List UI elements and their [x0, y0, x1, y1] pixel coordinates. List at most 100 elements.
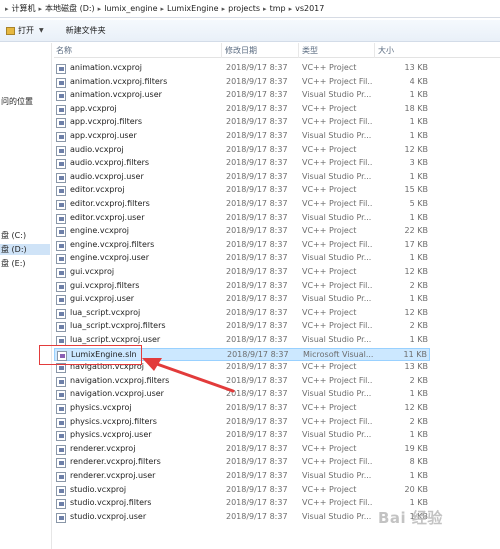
file-size: 1 KB: [409, 253, 428, 263]
breadcrumb-separator-icon[interactable]: ▸: [289, 5, 293, 13]
file-date: 2018/9/17 8:37: [226, 443, 288, 453]
project-file-icon: [56, 145, 66, 156]
file-row[interactable]: lua_script.vcxproj.filters 2018/9/17 8:37…: [54, 320, 430, 334]
file-date: 2018/9/17 8:37: [226, 416, 288, 426]
file-type: VC++ Project Fil...: [302, 416, 372, 426]
address-bar[interactable]: ▸ 计算机 ▸ 本地磁盘 (D:) ▸ lumix_engine ▸ LumixEngine ▸…: [0, 0, 500, 18]
column-divider[interactable]: [374, 43, 375, 58]
file-type: Visual Studio Pr...: [302, 294, 372, 304]
file-row[interactable]: lua_script.vcxproj 2018/9/17 8:37 VC++ Pro…: [54, 307, 430, 321]
file-date: 2018/9/17 8:37: [226, 471, 288, 480]
highlight-box: [39, 345, 142, 365]
file-row[interactable]: engine.vcxproj 2018/9/17 8:37 VC++ Project…: [54, 225, 430, 239]
breadcrumb-item[interactable]: lumix_engine: [104, 4, 157, 13]
file-row[interactable]: renderer.vcxproj.filters 2018/9/17 8:37 VC…: [54, 456, 430, 470]
file-row[interactable]: editor.vcxproj.filters 2018/9/17 8:37 VC++…: [54, 198, 430, 212]
file-type: VC++ Project: [302, 484, 357, 494]
new-folder-button[interactable]: 新建文件夹: [62, 22, 110, 40]
breadcrumb-separator-icon[interactable]: ▸: [98, 5, 102, 13]
breadcrumb-item[interactable]: vs2017: [295, 4, 324, 13]
file-row[interactable]: navigation.vcxproj.user 2018/9/17 8:37 Vis…: [54, 388, 430, 402]
file-row[interactable]: navigation.vcxproj.filters 2018/9/17 8:37…: [54, 375, 430, 389]
file-size: 12 KB: [404, 307, 428, 317]
file-row[interactable]: studio.vcxproj.filters 2018/9/17 8:37 VC++…: [54, 497, 430, 511]
file-name: gui.vcxproj: [70, 267, 115, 276]
file-name: audio.vcxproj.user: [70, 171, 144, 181]
file-name: audio.vcxproj.filters: [70, 158, 150, 168]
file-row[interactable]: physics.vcxproj.user 2018/9/17 8:37 Visual…: [54, 429, 430, 443]
column-divider[interactable]: [221, 43, 222, 58]
nav-item-location[interactable]: 问的位置: [0, 96, 33, 107]
file-row[interactable]: studio.vcxproj.user 2018/9/17 8:37 Visual …: [54, 511, 430, 525]
file-size: 11 KB: [403, 349, 427, 359]
file-date: 2018/9/17 8:37: [226, 158, 288, 168]
file-row[interactable]: gui.vcxproj.filters 2018/9/17 8:37 VC++ Pr…: [54, 280, 430, 294]
new-folder-label: 新建文件夹: [65, 26, 106, 35]
annotation-arrow: [142, 358, 235, 393]
file-type: VC++ Project Fil...: [302, 117, 372, 127]
file-row[interactable]: engine.vcxproj.filters 2018/9/17 8:37 VC++…: [54, 239, 430, 253]
file-row[interactable]: animation.vcxproj.user 2018/9/17 8:37 Visu…: [54, 89, 430, 103]
column-header-date[interactable]: 修改日期: [225, 45, 257, 56]
file-size: 13 KB: [404, 63, 428, 72]
nav-item-drive-e[interactable]: 盘 (E:): [0, 258, 26, 269]
file-type: VC++ Project: [302, 267, 357, 276]
file-date: 2018/9/17 8:37: [226, 144, 288, 154]
project-file-icon: [56, 200, 66, 210]
file-row[interactable]: app.vcxproj 2018/9/17 8:37 VC++ Project 18 …: [54, 103, 430, 117]
project-file-icon: [56, 499, 66, 510]
file-row[interactable]: gui.vcxproj 2018/9/17 8:37 VC++ Project 12 …: [54, 266, 430, 280]
column-divider[interactable]: [298, 43, 299, 58]
file-row[interactable]: engine.vcxproj.user 2018/9/17 8:37 Visual …: [54, 252, 430, 266]
breadcrumb-item[interactable]: 本地磁盘 (D:): [45, 3, 95, 14]
column-header-name[interactable]: 名称: [56, 45, 72, 56]
breadcrumb-item[interactable]: tmp: [270, 4, 286, 13]
file-row[interactable]: studio.vcxproj 2018/9/17 8:37 VC++ Project…: [54, 484, 430, 498]
column-header-size[interactable]: 大小: [378, 45, 394, 56]
project-file-icon: [56, 186, 66, 197]
breadcrumb-item[interactable]: LumixEngine: [167, 4, 219, 13]
file-size: 5 KB: [409, 199, 428, 208]
file-row[interactable]: animation.vcxproj 2018/9/17 8:37 VC++ Proj…: [54, 62, 430, 76]
file-name: studio.vcxproj: [70, 484, 127, 494]
file-date: 2018/9/17 8:37: [226, 63, 288, 72]
breadcrumb-separator-icon[interactable]: ▸: [161, 5, 165, 13]
file-size: 12 KB: [404, 403, 428, 412]
file-row[interactable]: gui.vcxproj.user 2018/9/17 8:37 Visual Stu…: [54, 293, 430, 307]
file-size: 4 KB: [409, 76, 428, 86]
file-row[interactable]: audio.vcxproj 2018/9/17 8:37 VC++ Project 1…: [54, 144, 430, 158]
project-file-icon: [56, 104, 66, 115]
breadcrumb-separator-icon[interactable]: ▸: [5, 5, 9, 13]
nav-item-drive-d[interactable]: 盘 (D:): [0, 244, 50, 255]
file-row[interactable]: renderer.vcxproj.user 2018/9/17 8:37 Visua…: [54, 470, 430, 484]
breadcrumb-separator-icon[interactable]: ▸: [39, 5, 43, 13]
file-date: 2018/9/17 8:37: [226, 484, 288, 494]
file-row[interactable]: physics.vcxproj 2018/9/17 8:37 VC++ Projec…: [54, 402, 430, 416]
file-row[interactable]: physics.vcxproj.filters 2018/9/17 8:37 VC+…: [54, 416, 430, 430]
file-type: VC++ Project Fil...: [302, 498, 372, 508]
file-row[interactable]: app.vcxproj.filters 2018/9/17 8:37 VC++ Pr…: [54, 116, 430, 130]
file-row[interactable]: editor.vcxproj.user 2018/9/17 8:37 Visual …: [54, 212, 430, 226]
open-button[interactable]: 打开 ▼: [2, 22, 48, 40]
breadcrumb-item[interactable]: projects: [228, 4, 260, 13]
file-date: 2018/9/17 8:37: [226, 403, 288, 412]
file-row[interactable]: audio.vcxproj.user 2018/9/17 8:37 Visual S…: [54, 171, 430, 185]
breadcrumb-separator-icon[interactable]: ▸: [263, 5, 267, 13]
file-size: 2 KB: [409, 416, 428, 426]
breadcrumb-separator-icon[interactable]: ▸: [222, 5, 226, 13]
nav-item-drive-c[interactable]: 盘 (C:): [0, 230, 26, 241]
file-row[interactable]: audio.vcxproj.filters 2018/9/17 8:37 VC++ …: [54, 157, 430, 171]
file-row[interactable]: editor.vcxproj 2018/9/17 8:37 VC++ Project…: [54, 184, 430, 198]
file-date: 2018/9/17 8:37: [226, 76, 288, 86]
breadcrumb-item[interactable]: 计算机: [12, 3, 36, 14]
file-row[interactable]: app.vcxproj.user 2018/9/17 8:37 Visual Stu…: [54, 130, 430, 144]
file-date: 2018/9/17 8:37: [226, 185, 288, 195]
file-name: studio.vcxproj.user: [70, 511, 147, 521]
chevron-down-icon[interactable]: ▼: [39, 27, 44, 34]
file-type: Visual Studio Pr...: [302, 471, 372, 480]
folder-icon: [6, 26, 15, 35]
file-row[interactable]: renderer.vcxproj 2018/9/17 8:37 VC++ Proje…: [54, 443, 430, 457]
file-name: renderer.vcxproj.filters: [70, 457, 161, 467]
column-header-type[interactable]: 类型: [302, 45, 318, 56]
file-row[interactable]: animation.vcxproj.filters 2018/9/17 8:37 V…: [54, 76, 430, 90]
